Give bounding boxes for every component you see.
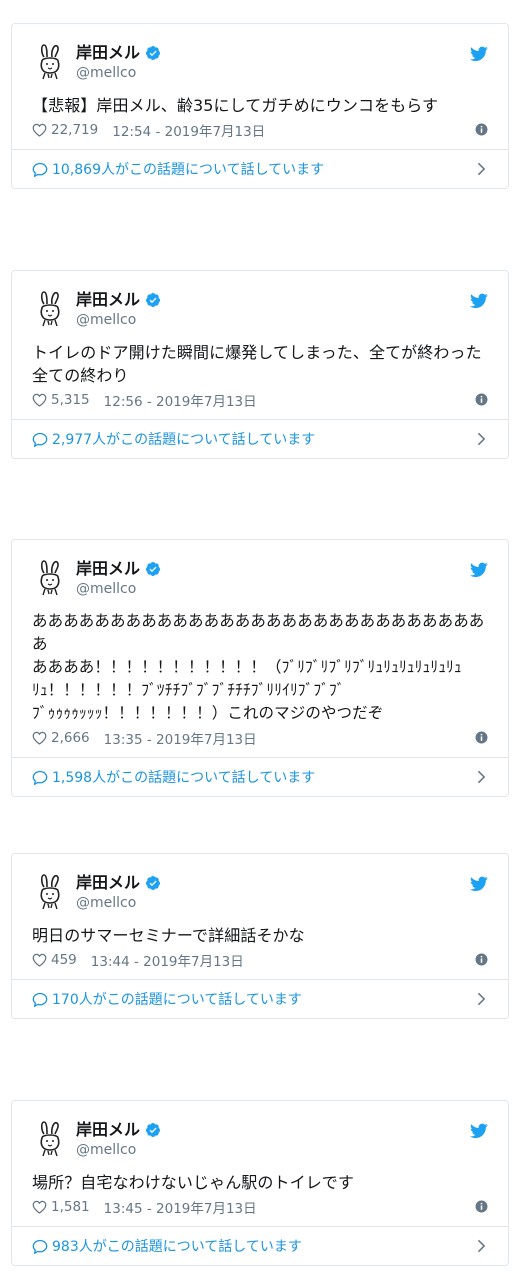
twitter-bird-icon[interactable] xyxy=(470,1123,488,1139)
display-name[interactable]: 岸田メル xyxy=(76,873,140,893)
conversation-count[interactable]: 10,869人がこの話題について話しています xyxy=(52,159,324,179)
tweet-text: 明日のサマーセミナーで詳細話そかな xyxy=(32,926,305,945)
display-name[interactable]: 岸田メル xyxy=(76,43,140,63)
tweet-card[interactable]: 岸田メル @mellco トイレのドア開けた瞬間に爆発してしまった、全てが終わっ… xyxy=(11,270,509,459)
info-icon[interactable] xyxy=(475,731,488,744)
timestamp[interactable]: 13:35 - 2019年7月13日 xyxy=(104,728,257,748)
like-count[interactable]: 2,666 xyxy=(51,730,90,746)
twitter-bird-icon[interactable] xyxy=(470,293,488,309)
handle[interactable]: @mellco xyxy=(76,64,161,82)
timestamp[interactable]: 12:56 - 2019年7月13日 xyxy=(104,390,257,410)
tweet-text: トイレのドア開けた瞬間に爆発してしまった、全てが終わった 全ての終わり xyxy=(32,343,482,385)
heart-icon[interactable] xyxy=(32,393,47,407)
tweet-card[interactable]: 岸田メル @mellco あああああああああああああああああああああああああああ… xyxy=(11,539,509,797)
verified-badge-icon xyxy=(146,46,161,60)
display-name[interactable]: 岸田メル xyxy=(76,559,140,579)
handle[interactable]: @mellco xyxy=(76,580,161,598)
tweet-card[interactable]: 岸田メル @mellco 【悲報】岸田メル、齢35にしてガチめにウンコをもらす … xyxy=(11,23,509,189)
info-icon[interactable] xyxy=(475,393,488,406)
like-count[interactable]: 22,719 xyxy=(51,122,98,138)
speech-bubble-icon xyxy=(32,432,48,447)
timestamp[interactable]: 12:54 - 2019年7月13日 xyxy=(112,120,265,140)
verified-badge-icon xyxy=(146,293,161,307)
timestamp[interactable]: 13:44 - 2019年7月13日 xyxy=(91,950,244,970)
conversation-link[interactable]: 10,869人がこの話題について話しています xyxy=(12,149,508,188)
display-name[interactable]: 岸田メル xyxy=(76,290,140,310)
handle[interactable]: @mellco xyxy=(76,1141,161,1159)
chevron-right-icon[interactable] xyxy=(477,992,486,1006)
display-name[interactable]: 岸田メル xyxy=(76,1120,140,1140)
bunny-avatar-icon[interactable] xyxy=(32,289,68,329)
twitter-bird-icon[interactable] xyxy=(470,562,488,578)
conversation-count[interactable]: 170人がこの話題について話しています xyxy=(52,989,302,1009)
heart-icon[interactable] xyxy=(32,1200,47,1214)
conversation-link[interactable]: 2,977人がこの話題について話しています xyxy=(12,419,508,458)
speech-bubble-icon xyxy=(32,992,48,1007)
handle[interactable]: @mellco xyxy=(76,894,161,912)
tweet-card[interactable]: 岸田メル @mellco 明日のサマーセミナーで詳細話そかな 459 13:44… xyxy=(11,853,509,1019)
twitter-bird-icon[interactable] xyxy=(470,46,488,62)
chevron-right-icon[interactable] xyxy=(477,162,486,176)
heart-icon[interactable] xyxy=(32,123,47,137)
tweet-text: 場所？自宅なわけないじゃん駅のトイレです xyxy=(32,1173,355,1192)
conversation-count[interactable]: 2,977人がこの話題について話しています xyxy=(52,429,315,449)
timestamp[interactable]: 13:45 - 2019年7月13日 xyxy=(104,1197,257,1217)
chevron-right-icon[interactable] xyxy=(477,770,486,784)
heart-icon[interactable] xyxy=(32,953,47,967)
speech-bubble-icon xyxy=(32,162,48,177)
conversation-count[interactable]: 1,598人がこの話題について話しています xyxy=(52,767,315,787)
verified-badge-icon xyxy=(146,876,161,890)
tweet-card[interactable]: 岸田メル @mellco 場所？自宅なわけないじゃん駅のトイレです 1,581 … xyxy=(11,1100,509,1266)
like-count[interactable]: 459 xyxy=(51,952,77,968)
conversation-link[interactable]: 1,598人がこの話題について話しています xyxy=(12,757,508,796)
bunny-avatar-icon[interactable] xyxy=(32,558,68,598)
handle[interactable]: @mellco xyxy=(76,311,161,329)
heart-icon[interactable] xyxy=(32,731,47,745)
info-icon[interactable] xyxy=(475,953,488,966)
conversation-link[interactable]: 170人がこの話題について話しています xyxy=(12,979,508,1018)
conversation-count[interactable]: 983人がこの話題について話しています xyxy=(52,1236,302,1256)
tweet-text: 【悲報】岸田メル、齢35にしてガチめにウンコをもらす xyxy=(32,96,439,115)
info-icon[interactable] xyxy=(475,1200,488,1213)
bunny-avatar-icon[interactable] xyxy=(32,1119,68,1159)
chevron-right-icon[interactable] xyxy=(477,1239,486,1253)
bunny-avatar-icon[interactable] xyxy=(32,42,68,82)
tweet-text: ああああああああああああああああああああああああああああああ ああああ！！！！！… xyxy=(32,612,485,722)
speech-bubble-icon xyxy=(32,1239,48,1254)
twitter-bird-icon[interactable] xyxy=(470,876,488,892)
info-icon[interactable] xyxy=(475,123,488,136)
verified-badge-icon xyxy=(146,562,161,576)
like-count[interactable]: 5,315 xyxy=(51,392,90,408)
chevron-right-icon[interactable] xyxy=(477,432,486,446)
verified-badge-icon xyxy=(146,1123,161,1137)
conversation-link[interactable]: 983人がこの話題について話しています xyxy=(12,1226,508,1265)
speech-bubble-icon xyxy=(32,770,48,785)
like-count[interactable]: 1,581 xyxy=(51,1199,90,1215)
bunny-avatar-icon[interactable] xyxy=(32,872,68,912)
